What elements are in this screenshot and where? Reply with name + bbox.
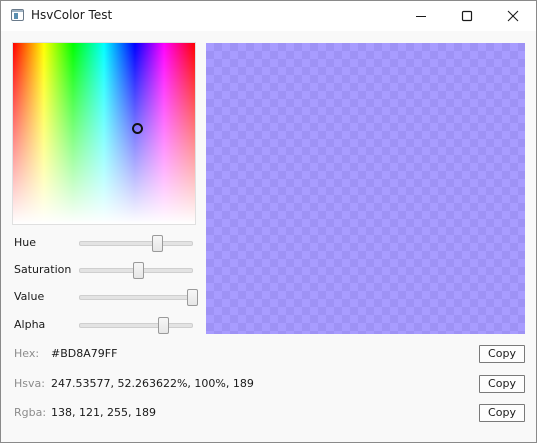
hsva-label: Hsva: (14, 377, 45, 390)
main-content: Hue Saturation Value Alpha Hex: #BD8A79FF Cop… (1, 31, 536, 442)
app-icon (11, 9, 24, 21)
saturation-label: Saturation (14, 263, 72, 276)
title-bar[interactable]: HsvColor Test (1, 1, 536, 31)
saturation-slider-thumb[interactable] (133, 262, 145, 279)
maximize-icon (461, 10, 473, 22)
value-slider[interactable] (79, 289, 198, 306)
hue-label: Hue (14, 236, 37, 249)
hex-row: Hex: #BD8A79FF Copy (14, 345, 525, 363)
color-preview-fill (206, 43, 525, 334)
window-title: HsvColor Test (31, 8, 113, 22)
color-preview (206, 43, 525, 334)
rgba-label: Rgba: (14, 406, 47, 419)
copy-hex-button[interactable]: Copy (479, 345, 525, 363)
maximize-button[interactable] (444, 1, 490, 31)
minimize-icon (416, 16, 426, 17)
close-icon (507, 10, 519, 22)
color-selector-marker[interactable] (132, 123, 144, 135)
app-window: HsvColor Test Hue Saturation Value Alpha He… (0, 0, 537, 443)
hex-label: Hex: (14, 347, 40, 360)
value-slider-thumb[interactable] (187, 289, 198, 306)
hex-value: #BD8A79FF (51, 347, 118, 360)
rgba-row: Rgba: 138, 121, 255, 189 Copy (14, 404, 525, 422)
saturation-value-picker[interactable] (12, 42, 196, 225)
hue-slider-thumb[interactable] (152, 235, 164, 252)
hsva-value: 247.53577, 52.263622%, 100%, 189 (51, 377, 254, 390)
alpha-slider-thumb[interactable] (157, 317, 169, 334)
hsva-row: Hsva: 247.53577, 52.263622%, 100%, 189 Cop… (14, 375, 525, 393)
minimize-button[interactable] (398, 1, 444, 31)
rgba-value: 138, 121, 255, 189 (51, 406, 156, 419)
alpha-label: Alpha (14, 318, 46, 331)
copy-rgba-button[interactable]: Copy (479, 404, 525, 422)
hue-slider[interactable] (79, 235, 193, 252)
copy-hsva-button[interactable]: Copy (479, 375, 525, 393)
value-label: Value (14, 290, 45, 303)
close-button[interactable] (490, 1, 536, 31)
saturation-slider[interactable] (79, 262, 193, 279)
alpha-slider[interactable] (79, 317, 193, 334)
